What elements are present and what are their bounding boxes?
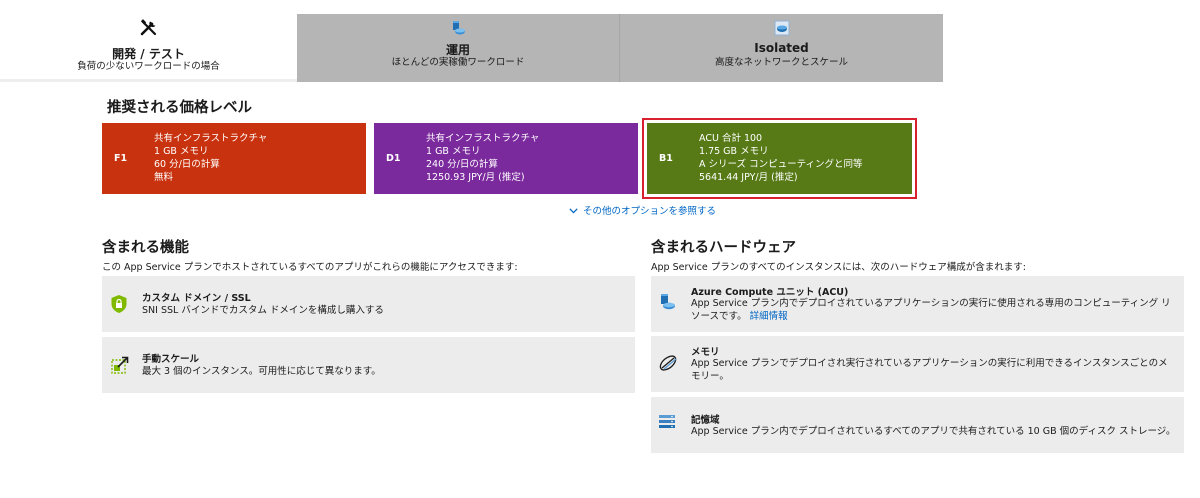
production-icon <box>450 20 466 40</box>
more-options-label: その他のオプションを参照する <box>583 206 717 217</box>
feature-description: 最大 3 個のインスタンス。可用性に応じて異なります。 <box>142 366 381 377</box>
tier-price: 無料 <box>154 172 174 183</box>
tier-price: 5641.44 JPY/月 (推定) <box>699 172 798 183</box>
storage-icon <box>658 414 676 434</box>
tier-price: 1250.93 JPY/月 (推定) <box>426 172 525 183</box>
compute-unit-icon <box>658 293 676 315</box>
tier-detail-line: 共有インフラストラクチャ <box>154 133 268 144</box>
tools-icon <box>139 18 159 42</box>
more-options-link[interactable]: その他のオプションを参照する <box>569 203 716 217</box>
hardware-description: App Service プランでデプロイされ実行されているアプリケーションの実行… <box>691 358 1168 382</box>
tier-code: D1 <box>386 153 401 164</box>
hardware-title: Azure Compute ユニット (ACU) <box>691 287 849 298</box>
tier-details: ACU 合計 100 1.75 GB メモリ A シリーズ コンピューティングと… <box>699 132 863 184</box>
feature-description: SNI SSL バインドでカスタム ドメインを構成し購入する <box>142 305 384 316</box>
tier-detail-line: 60 分/日の計算 <box>154 159 220 170</box>
memory-icon <box>658 353 678 377</box>
hardware-title: 記憶域 <box>691 415 720 426</box>
tier-detail-line: ACU 合計 100 <box>699 133 763 144</box>
tab-production-subtitle: ほとんどの実稼働ワークロード <box>391 57 525 68</box>
tier-card-d1[interactable]: D1 共有インフラストラクチャ 1 GB メモリ 240 分/日の計算 1250… <box>374 123 638 194</box>
hardware-card-acu: Azure Compute ユニット (ACU) App Service プラン… <box>651 276 1184 332</box>
included-hardware-description: App Service プランのすべてのインスタンスには、次のハードウェア構成が… <box>651 262 1026 273</box>
tier-card-b1[interactable]: B1 ACU 合計 100 1.75 GB メモリ A シリーズ コンピューティ… <box>647 123 912 194</box>
hardware-card-memory: メモリ App Service プランでデプロイされ実行されているアプリケーショ… <box>651 336 1184 392</box>
manual-scale-icon <box>110 355 130 379</box>
included-hardware-title: 含まれるハードウェア <box>651 240 796 256</box>
hardware-title: メモリ <box>691 347 720 358</box>
isolated-icon <box>774 20 790 40</box>
hardware-description: App Service プラン内でデプロイされているすべてのアプリで共有されてい… <box>691 426 1176 437</box>
tier-detail-line: 1.75 GB メモリ <box>699 146 769 157</box>
tab-dev-test-subtitle: 負荷の少ないワークロードの場合 <box>77 61 220 72</box>
tier-details: 共有インフラストラクチャ 1 GB メモリ 60 分/日の計算 無料 <box>154 132 267 184</box>
hardware-description: App Service プラン内でデプロイされているアプリケーションの実行に使用… <box>691 297 1177 323</box>
hardware-card-storage: 記憶域 App Service プラン内でデプロイされているすべてのアプリで共有… <box>651 397 1184 453</box>
tier-detail-line: A シリーズ コンピューティングと同等 <box>699 159 863 170</box>
feature-card-custom-domain: カスタム ドメイン / SSL SNI SSL バインドでカスタム ドメインを構… <box>102 276 635 332</box>
feature-card-manual-scale: 手動スケール 最大 3 個のインスタンス。可用性に応じて異なります。 <box>102 337 635 393</box>
tier-details: 共有インフラストラクチャ 1 GB メモリ 240 分/日の計算 1250.93… <box>426 132 539 184</box>
feature-title: 手動スケール <box>142 354 200 365</box>
tab-isolated-title: Isolated <box>754 41 809 55</box>
chevron-down-icon <box>569 206 578 217</box>
tier-detail-line: 240 分/日の計算 <box>426 159 498 170</box>
tier-code: B1 <box>659 153 673 164</box>
tier-code: F1 <box>114 153 128 164</box>
tab-isolated-subtitle: 高度なネットワークとスケール <box>714 57 848 68</box>
tier-detail-line: 共有インフラストラクチャ <box>426 133 540 144</box>
tab-dev-test[interactable]: 開発 / テスト 負荷の少ないワークロードの場合 <box>0 0 297 82</box>
recommended-tiers-title: 推奨される価格レベル <box>107 100 252 116</box>
included-features-description: この App Service プランでホストされているすべてのアプリがこれらの機… <box>102 262 518 273</box>
tab-production[interactable]: 運用 ほとんどの実稼働ワークロード <box>297 14 620 82</box>
tab-isolated[interactable]: Isolated 高度なネットワークとスケール <box>620 14 943 82</box>
tier-detail-line: 1 GB メモリ <box>154 146 209 157</box>
tier-card-f1[interactable]: F1 共有インフラストラクチャ 1 GB メモリ 60 分/日の計算 無料 <box>102 123 366 194</box>
included-features-title: 含まれる機能 <box>102 240 189 256</box>
ssl-shield-icon <box>110 294 128 318</box>
tier-category-tabs: 開発 / テスト 負荷の少ないワークロードの場合 運用 ほとんどの実稼働ワークロ… <box>0 0 943 82</box>
tier-detail-line: 1 GB メモリ <box>426 146 481 157</box>
learn-more-link[interactable]: 詳細情報 <box>750 311 788 322</box>
feature-title: カスタム ドメイン / SSL <box>142 293 251 304</box>
